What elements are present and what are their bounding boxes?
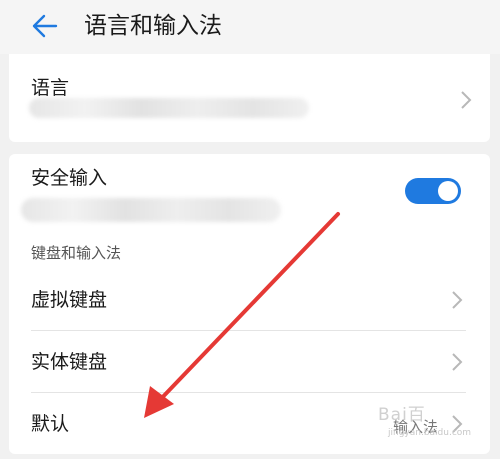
annotation-arrow-icon <box>144 212 340 418</box>
